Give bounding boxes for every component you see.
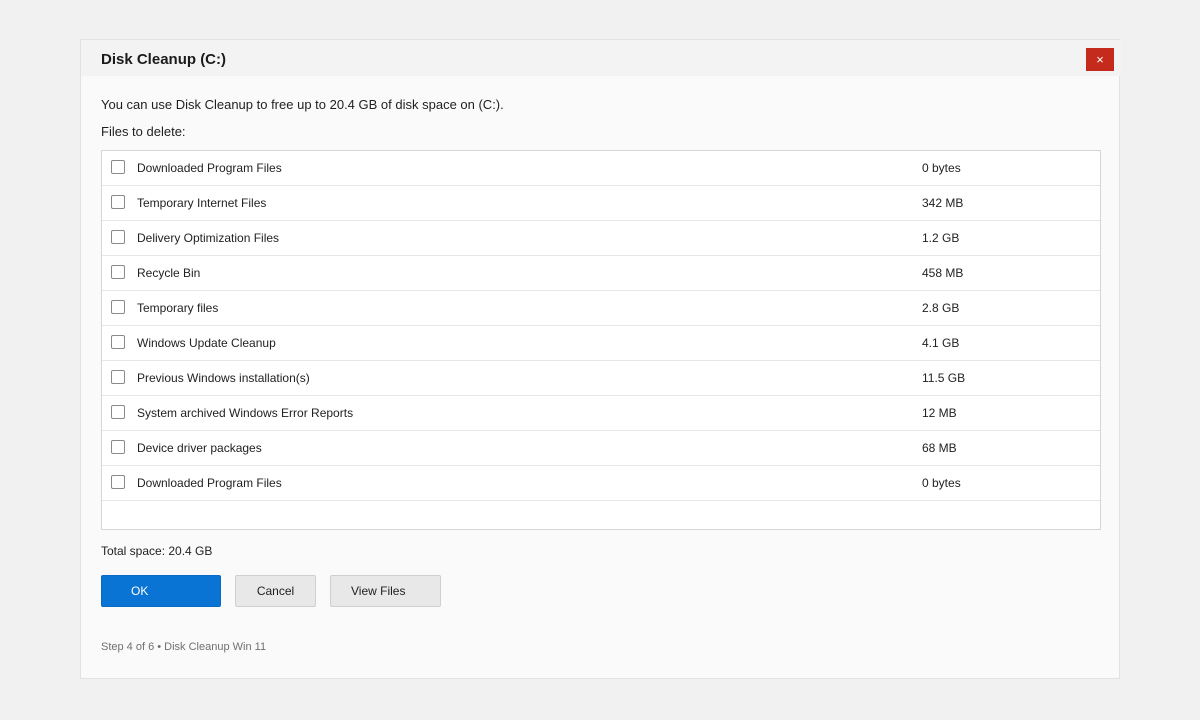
file-name: Device driver packages <box>137 441 262 455</box>
file-size: 68 MB <box>922 441 957 455</box>
cancel-button[interactable]: Cancel <box>235 575 316 607</box>
file-name: Temporary files <box>137 301 219 315</box>
close-button[interactable]: × <box>1086 48 1114 71</box>
file-size: 458 MB <box>922 266 964 280</box>
view-files-button[interactable]: View Files <box>330 575 441 607</box>
checkbox-unchecked-icon[interactable] <box>111 440 125 454</box>
checkbox-unchecked-icon[interactable] <box>111 475 125 489</box>
file-size: 12 MB <box>922 406 957 420</box>
file-size: 2.8 GB <box>922 301 960 315</box>
intro-text: You can use Disk Cleanup to free up to 2… <box>101 97 504 112</box>
checkbox-unchecked-icon[interactable] <box>111 230 125 244</box>
disk-cleanup-dialog: Disk Cleanup (C:) × You can use Disk Cle… <box>80 39 1121 679</box>
checkbox-unchecked-icon[interactable] <box>111 265 125 279</box>
checkbox-unchecked-icon[interactable] <box>111 195 125 209</box>
checkbox-unchecked-icon[interactable] <box>111 405 125 419</box>
file-size: 0 bytes <box>922 161 961 175</box>
file-name: Downloaded Program Files <box>137 161 282 175</box>
ok-button[interactable]: OK <box>101 575 221 607</box>
file-name: Previous Windows installation(s) <box>137 371 310 385</box>
dialog-title: Disk Cleanup (C:) <box>101 51 227 68</box>
file-name: Downloaded Program Files <box>137 476 282 490</box>
file-row[interactable]: Delivery Optimization Files 1.2 GB <box>102 221 1100 256</box>
total-space: Total space: 20.4 GB <box>101 544 213 558</box>
file-row[interactable]: Temporary Internet Files 342 MB <box>102 186 1100 221</box>
checkbox-unchecked-icon[interactable] <box>111 300 125 314</box>
checkbox-unchecked-icon[interactable] <box>111 370 125 384</box>
file-list: Downloaded Program Files 0 bytes Tempora… <box>101 150 1101 530</box>
files-to-delete-label: Files to delete: <box>101 124 186 139</box>
file-name: Windows Update Cleanup <box>137 336 276 350</box>
file-row[interactable]: Device driver packages 68 MB <box>102 431 1100 466</box>
file-row[interactable]: Temporary files 2.8 GB <box>102 291 1100 326</box>
close-icon: × <box>1096 52 1104 67</box>
file-size: 1.2 GB <box>922 231 960 245</box>
file-name: Recycle Bin <box>137 266 201 280</box>
file-size: 4.1 GB <box>922 336 960 350</box>
file-row[interactable]: Recycle Bin 458 MB <box>102 256 1100 291</box>
file-size: 342 MB <box>922 196 964 210</box>
file-name: Temporary Internet Files <box>137 196 267 210</box>
file-row[interactable]: Previous Windows installation(s) 11.5 GB <box>102 361 1100 396</box>
file-name: System archived Windows Error Reports <box>137 406 354 420</box>
file-size: 0 bytes <box>922 476 961 490</box>
file-name: Delivery Optimization Files <box>137 231 280 245</box>
file-row[interactable]: Downloaded Program Files 0 bytes <box>102 466 1100 501</box>
checkbox-unchecked-icon[interactable] <box>111 160 125 174</box>
file-size: 11.5 GB <box>922 371 966 385</box>
step-footer: Step 4 of 6 • Disk Cleanup Win 11 <box>101 641 267 653</box>
title-bar: Disk Cleanup (C:) × <box>81 40 1121 76</box>
file-row[interactable]: Windows Update Cleanup 4.1 GB <box>102 326 1100 361</box>
checkbox-unchecked-icon[interactable] <box>111 335 125 349</box>
file-row[interactable]: System archived Windows Error Reports 12… <box>102 396 1100 431</box>
file-row[interactable]: Downloaded Program Files 0 bytes <box>102 151 1100 186</box>
